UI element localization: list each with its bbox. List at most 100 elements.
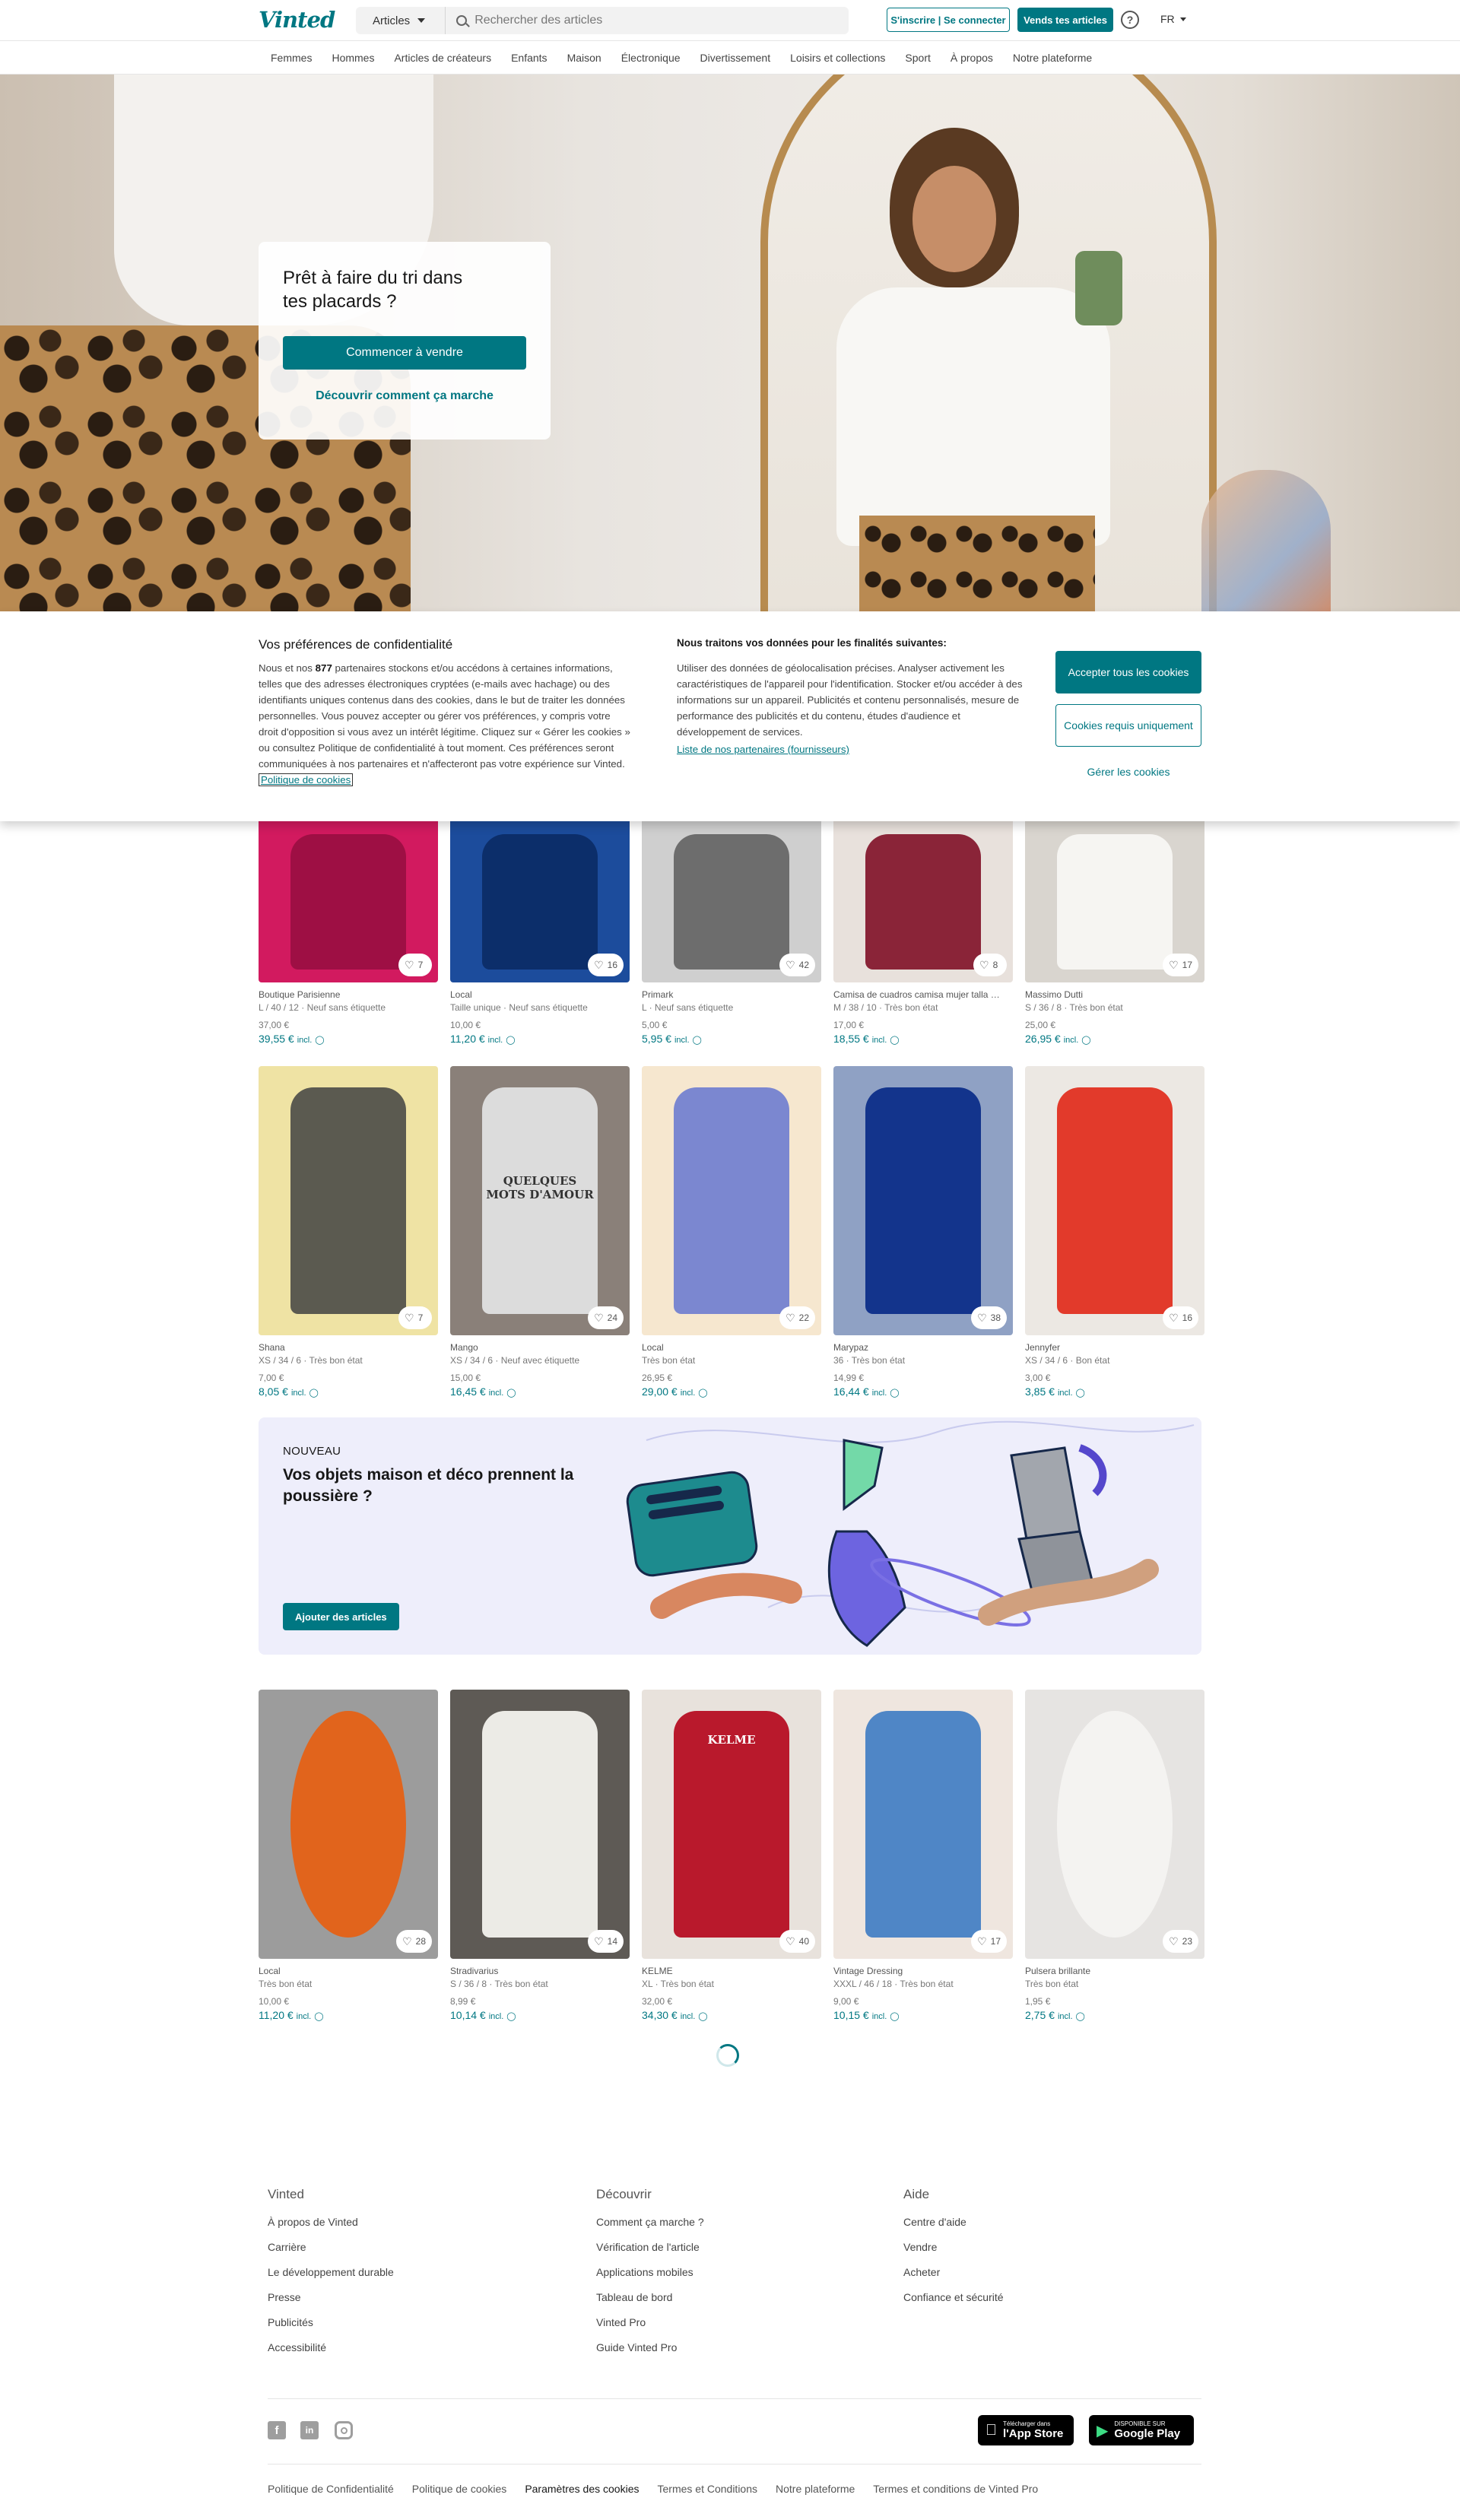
- favourite-button[interactable]: ♡ 8: [973, 954, 1007, 976]
- favourite-button[interactable]: ♡ 7: [398, 1306, 432, 1329]
- search-input[interactable]: [467, 14, 849, 27]
- favourite-button[interactable]: ♡ 38: [971, 1306, 1007, 1329]
- product-image[interactable]: ♡ 16: [1025, 1066, 1204, 1335]
- product-total-price[interactable]: 18,55 € incl. ◯: [833, 1033, 1013, 1045]
- legal-link-cookies[interactable]: Politique de cookies: [412, 2483, 507, 2495]
- product-total-price[interactable]: 11,20 € incl. ◯: [259, 2009, 438, 2021]
- product-total-price[interactable]: 16,44 € incl. ◯: [833, 1385, 1013, 1398]
- footer-link[interactable]: Carrière: [268, 2241, 394, 2253]
- favourite-button[interactable]: ♡ 24: [588, 1306, 624, 1329]
- product-image[interactable]: ♡ 8: [833, 821, 1013, 982]
- product-card[interactable]: ♡ 7 Shana XS / 34 / 6 · Très bon état 7,00 €…: [259, 1066, 438, 1398]
- language-selector[interactable]: FR: [1160, 13, 1186, 25]
- product-card[interactable]: KELME ♡ 40 KELME XL · Très bon état 32,00 € 34…: [642, 1690, 821, 2021]
- nav-item-loisirs[interactable]: Loisirs et collections: [790, 52, 885, 64]
- favourite-button[interactable]: ♡ 7: [398, 954, 432, 976]
- facebook-icon[interactable]: f: [268, 2421, 286, 2439]
- footer-link[interactable]: Accessibilité: [268, 2341, 394, 2353]
- product-image[interactable]: ♡ 14: [450, 1690, 630, 1959]
- product-total-price[interactable]: 16,45 € incl. ◯: [450, 1385, 630, 1398]
- product-total-price[interactable]: 2,75 € incl. ◯: [1025, 2009, 1204, 2021]
- product-total-price[interactable]: 39,55 € incl. ◯: [259, 1033, 438, 1045]
- footer-link[interactable]: Applications mobiles: [596, 2266, 704, 2278]
- product-card[interactable]: ♡ 28 Local Très bon état 10,00 € 11,20 € incl.…: [259, 1690, 438, 2021]
- product-total-price[interactable]: 10,15 € incl. ◯: [833, 2009, 1013, 2021]
- product-card[interactable]: ♡ 7 Boutique Parisienne L / 40 / 12 · Neuf …: [259, 821, 438, 1045]
- help-icon[interactable]: ?: [1121, 11, 1139, 29]
- product-card[interactable]: ♡ 38 Marypaz 36 · Très bon état 14,99 € 16,44…: [833, 1066, 1013, 1398]
- linkedin-icon[interactable]: in: [300, 2421, 319, 2439]
- required-cookies-button[interactable]: Cookies requis uniquement: [1055, 704, 1201, 747]
- instagram-icon[interactable]: [335, 2421, 353, 2439]
- product-card[interactable]: ♡ 42 Primark L · Neuf sans étiquette 5,00 € 5…: [642, 821, 821, 1045]
- manage-cookies-button[interactable]: Gérer les cookies: [1055, 760, 1201, 783]
- product-image[interactable]: ♡ 28: [259, 1690, 438, 1959]
- google-play-badge[interactable]: ▶ DISPONIBLE SUR Google Play: [1089, 2415, 1194, 2445]
- product-image[interactable]: ♡ 16: [450, 821, 630, 982]
- nav-item-hommes[interactable]: Hommes: [332, 52, 374, 64]
- product-total-price[interactable]: 11,20 € incl. ◯: [450, 1033, 630, 1045]
- favourite-button[interactable]: ♡ 23: [1163, 1930, 1198, 1953]
- how-it-works-link[interactable]: Découvrir comment ça marche: [283, 389, 526, 403]
- nav-item-femmes[interactable]: Femmes: [271, 52, 312, 64]
- nav-item-maison[interactable]: Maison: [567, 52, 601, 64]
- footer-link[interactable]: À propos de Vinted: [268, 2216, 394, 2228]
- footer-link[interactable]: Vendre: [903, 2241, 1004, 2253]
- product-total-price[interactable]: 3,85 € incl. ◯: [1025, 1385, 1204, 1398]
- product-image[interactable]: ♡ 7: [259, 821, 438, 982]
- product-image[interactable]: ♡ 17: [833, 1690, 1013, 1959]
- product-image[interactable]: ♡ 17: [1025, 821, 1204, 982]
- nav-item-createurs[interactable]: Articles de créateurs: [394, 52, 491, 64]
- legal-link-privacy[interactable]: Politique de Confidentialité: [268, 2483, 394, 2495]
- nav-item-a-propos[interactable]: À propos: [951, 52, 993, 64]
- footer-link[interactable]: Presse: [268, 2291, 394, 2303]
- footer-link[interactable]: Acheter: [903, 2266, 1004, 2278]
- partners-list-link[interactable]: Liste de nos partenaires (fournisseurs): [677, 744, 849, 755]
- product-image[interactable]: ♡ 42: [642, 821, 821, 982]
- accept-all-cookies-button[interactable]: Accepter tous les cookies: [1055, 651, 1201, 693]
- favourite-button[interactable]: ♡ 14: [588, 1930, 624, 1953]
- footer-link[interactable]: Vinted Pro: [596, 2316, 704, 2328]
- product-total-price[interactable]: 26,95 € incl. ◯: [1025, 1033, 1204, 1045]
- product-card[interactable]: ♡ 17 Vintage Dressing XXXL / 46 / 18 · Très…: [833, 1690, 1013, 2021]
- vinted-logo[interactable]: Vinted: [259, 7, 335, 33]
- favourite-button[interactable]: ♡ 17: [971, 1930, 1007, 1953]
- legal-link-terms[interactable]: Termes et Conditions: [658, 2483, 758, 2495]
- footer-link[interactable]: Guide Vinted Pro: [596, 2341, 704, 2353]
- product-card[interactable]: ♡ 22 Local Très bon état 26,95 € 29,00 € incl.…: [642, 1066, 821, 1398]
- product-card[interactable]: ♡ 16 Local Taille unique · Neuf sans étique…: [450, 821, 630, 1045]
- product-image[interactable]: ♡ 22: [642, 1066, 821, 1335]
- footer-link[interactable]: Publicités: [268, 2316, 394, 2328]
- product-image[interactable]: ♡ 23: [1025, 1690, 1204, 1959]
- favourite-button[interactable]: ♡ 22: [779, 1306, 815, 1329]
- favourite-button[interactable]: ♡ 42: [779, 954, 815, 976]
- product-card[interactable]: ♡ 17 Massimo Dutti S / 36 / 8 · Très bon ét…: [1025, 821, 1204, 1045]
- favourite-button[interactable]: ♡ 16: [1163, 1306, 1198, 1329]
- footer-link[interactable]: Le développement durable: [268, 2266, 394, 2278]
- product-total-price[interactable]: 5,95 € incl. ◯: [642, 1033, 821, 1045]
- product-image[interactable]: ♡ 38: [833, 1066, 1013, 1335]
- nav-item-plateforme[interactable]: Notre plateforme: [1013, 52, 1092, 64]
- product-card[interactable]: ♡ 23 Pulsera brillante Très bon état 1,95 € 2…: [1025, 1690, 1204, 2021]
- app-store-badge[interactable]:  Télécharger dansl'App Store: [978, 2415, 1074, 2445]
- product-image[interactable]: QUELQUES MOTS D'AMOUR ♡ 24: [450, 1066, 630, 1335]
- favourite-button[interactable]: ♡ 40: [779, 1930, 815, 1953]
- nav-item-enfants[interactable]: Enfants: [511, 52, 547, 64]
- legal-link-cookie-settings[interactable]: Paramètres des cookies: [525, 2483, 639, 2495]
- favourite-button[interactable]: ♡ 16: [588, 954, 624, 976]
- search-category-select[interactable]: Articles: [356, 7, 446, 34]
- footer-link[interactable]: Vérification de l'article: [596, 2241, 704, 2253]
- product-total-price[interactable]: 8,05 € incl. ◯: [259, 1385, 438, 1398]
- footer-link[interactable]: Comment ça marche ?: [596, 2216, 704, 2228]
- nav-item-sport[interactable]: Sport: [905, 52, 930, 64]
- product-total-price[interactable]: 34,30 € incl. ◯: [642, 2009, 821, 2021]
- product-card[interactable]: ♡ 14 Stradivarius S / 36 / 8 · Très bon éta…: [450, 1690, 630, 2021]
- add-items-button[interactable]: Ajouter des articles: [283, 1603, 399, 1630]
- legal-link-platform[interactable]: Notre plateforme: [776, 2483, 855, 2495]
- product-card[interactable]: QUELQUES MOTS D'AMOUR ♡ 24 Mango XS / 34 / 6…: [450, 1066, 630, 1398]
- footer-link[interactable]: Confiance et sécurité: [903, 2291, 1004, 2303]
- sell-items-button[interactable]: Vends tes articles: [1017, 8, 1113, 32]
- nav-item-divertissement[interactable]: Divertissement: [700, 52, 771, 64]
- product-card[interactable]: ♡ 8 Camisa de cuadros camisa mujer talla ……: [833, 821, 1013, 1045]
- product-total-price[interactable]: 29,00 € incl. ◯: [642, 1385, 821, 1398]
